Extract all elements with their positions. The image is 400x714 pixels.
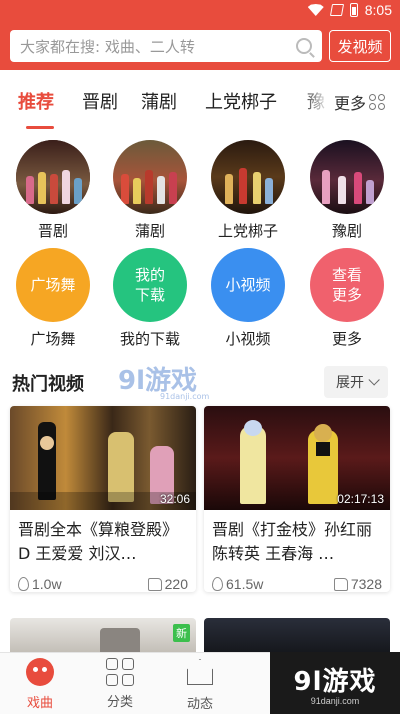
category-label: 晋剧	[37, 222, 68, 240]
nav-label: 分类	[106, 695, 133, 710]
category-label: 上党梆子	[217, 222, 278, 240]
video-title: 晋剧全本《算粮登殿》D 王爱爱 刘汉…	[18, 520, 179, 563]
yuju-thumbnail	[310, 140, 384, 214]
video-meta: 61.5w 7328	[204, 566, 390, 592]
shortcut-label: 广场舞	[30, 330, 76, 348]
battery-icon	[349, 3, 358, 17]
more-tabs-label: 更多	[334, 94, 367, 113]
search-input[interactable]: 大家都在搜: 戏曲、二人转	[10, 30, 322, 62]
category-shangdang[interactable]: 上党梆子	[203, 140, 293, 241]
video-duration: 02:17:13	[337, 492, 384, 506]
like-count[interactable]: 7328	[333, 576, 382, 592]
download-icon: 我的下载	[113, 248, 187, 322]
category-yuju[interactable]: 豫剧	[302, 140, 392, 241]
view-count-value: 61.5w	[226, 576, 264, 592]
nav-label: 动态	[186, 697, 213, 712]
video-meta: 1.0w 220	[10, 566, 196, 592]
category-label: 豫剧	[331, 222, 362, 240]
thumbs-up-icon	[333, 577, 348, 591]
shortcut-square-dance[interactable]: 广场舞 广场舞	[8, 248, 98, 349]
category-grid-icon	[105, 657, 135, 686]
like-count-value: 7328	[350, 576, 382, 592]
video-card[interactable]: 02:17:13 晋剧《打金枝》孙红丽 陈转英 王春海 … 61.5w 7328	[204, 406, 390, 592]
watermark-url: 91danji.com	[160, 392, 210, 401]
square-dance-icon: 广场舞	[16, 248, 90, 322]
video-thumbnail[interactable]: 32:06	[10, 406, 196, 510]
shortcut-label: 我的下载	[119, 330, 180, 348]
thumbs-up-icon	[147, 577, 162, 591]
fire-icon	[18, 577, 29, 591]
like-count[interactable]: 220	[147, 576, 188, 592]
video-duration: 32:06	[159, 492, 190, 506]
publish-video-button[interactable]: 发视频	[329, 30, 391, 62]
shortcut-my-downloads[interactable]: 我的下载 我的下载	[105, 248, 195, 349]
puju-thumbnail	[113, 140, 187, 214]
view-count-value: 1.0w	[32, 576, 62, 592]
no-signal-icon	[329, 4, 344, 16]
shortcut-short-video[interactable]: 小视频 小视频	[203, 248, 293, 349]
status-icons: 8:05	[308, 2, 392, 18]
short-video-icon: 小视频	[211, 248, 285, 322]
section-title: 热门视频	[12, 374, 84, 395]
search-placeholder: 大家都在搜: 戏曲、二人转	[20, 37, 195, 56]
tab-puju[interactable]: 蒲剧	[141, 88, 177, 114]
new-badge: 新	[173, 624, 190, 642]
nav-label: 戏曲	[26, 696, 53, 711]
status-time: 8:05	[364, 2, 392, 18]
app-header: 大家都在搜: 戏曲、二人转 发视频	[0, 22, 400, 70]
watermark-logo-text: 9l游戏	[293, 666, 377, 697]
video-thumbnail[interactable]: 02:17:13	[204, 406, 390, 510]
category-puju[interactable]: 蒲剧	[105, 140, 195, 241]
shangdang-thumbnail	[211, 140, 285, 214]
like-count-value: 220	[164, 576, 188, 592]
fire-icon	[212, 577, 223, 591]
nav-opera[interactable]: 戏曲	[12, 657, 68, 711]
more-icon: 查看更多	[310, 248, 384, 322]
search-icon[interactable]	[296, 38, 312, 54]
shortcut-label: 更多	[331, 330, 362, 348]
category-tabs: 推荐 晋剧 蒲剧 上党梆子 豫剧 更多	[0, 70, 400, 130]
video-title: 晋剧《打金枝》孙红丽 陈转英 王春海 …	[212, 520, 373, 563]
tab-shangdang[interactable]: 上党梆子	[205, 88, 277, 114]
tab-recommend[interactable]: 推荐	[18, 88, 54, 114]
status-bar: 8:05	[0, 0, 400, 22]
view-count: 61.5w	[212, 576, 263, 592]
expand-button[interactable]: 展开	[324, 366, 388, 398]
wifi-icon	[308, 4, 324, 16]
jinju-thumbnail	[16, 140, 90, 214]
chevron-down-icon	[368, 374, 380, 386]
watermark-logo-url: 91danji.com	[310, 695, 360, 706]
view-count: 1.0w	[18, 576, 62, 592]
tab-active-indicator	[26, 126, 54, 129]
video-card[interactable]: 32:06 晋剧全本《算粮登殿》D 王爱爱 刘汉… 1.0w 220	[10, 406, 196, 592]
shortcut-label: 小视频	[225, 330, 271, 348]
category-jinju[interactable]: 晋剧	[8, 140, 98, 241]
nav-activity[interactable]: 动态	[172, 657, 228, 712]
more-tabs-button[interactable]: 更多	[334, 90, 386, 114]
tab-jinju[interactable]: 晋剧	[82, 88, 118, 114]
home-heart-icon	[187, 659, 213, 685]
opera-mask-icon	[26, 658, 54, 686]
shortcut-more[interactable]: 查看更多 更多	[302, 248, 392, 349]
tab-fade	[300, 84, 330, 116]
nav-category[interactable]: 分类	[92, 657, 148, 710]
category-label: 蒲剧	[134, 222, 165, 240]
expand-label: 展开	[336, 375, 364, 391]
watermark-badge: 9l游戏 91danji.com	[270, 652, 400, 714]
grid-icon	[369, 94, 386, 110]
